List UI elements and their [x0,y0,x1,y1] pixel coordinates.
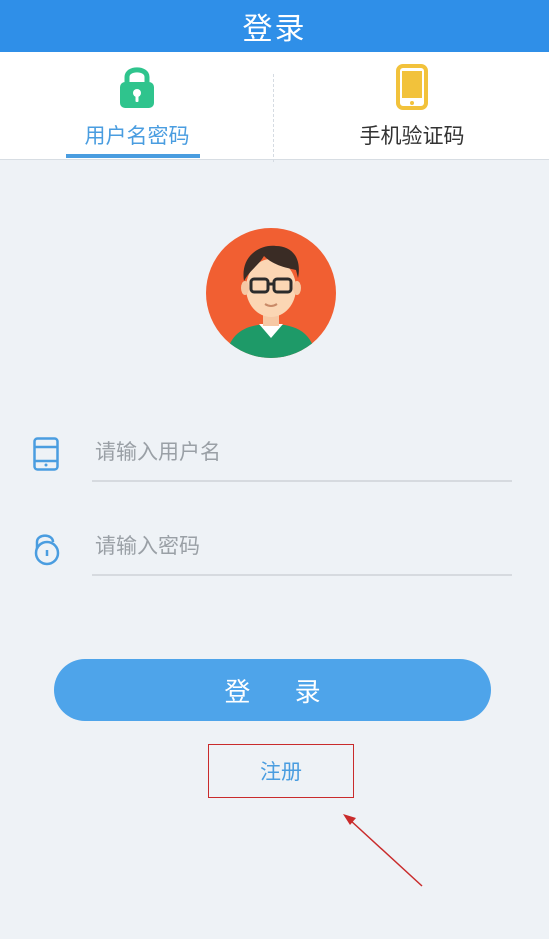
tab-phone-code[interactable]: 手机验证码 [275,52,549,159]
phone-icon [396,64,428,114]
tab-divider [273,74,274,162]
register-label: 注册 [260,760,302,784]
lock-icon [119,65,155,113]
tab-username-password[interactable]: 用户名密码 [0,52,274,159]
username-input[interactable] [92,424,512,482]
tablet-icon [33,437,59,475]
tab-label: 手机验证码 [359,124,465,148]
register-link[interactable]: 注册 [208,744,354,798]
login-mode-tabs: 用户名密码 手机验证码 [0,52,549,162]
password-input[interactable] [92,518,512,576]
unlock-icon [33,532,61,570]
page-title: 登录 [242,12,307,47]
header-title-bar: 登录 [0,0,549,52]
user-avatar [204,226,338,360]
tab-label: 用户名密码 [84,124,190,148]
active-tab-indicator [66,154,200,158]
login-button[interactable]: 登 录 [54,659,491,721]
